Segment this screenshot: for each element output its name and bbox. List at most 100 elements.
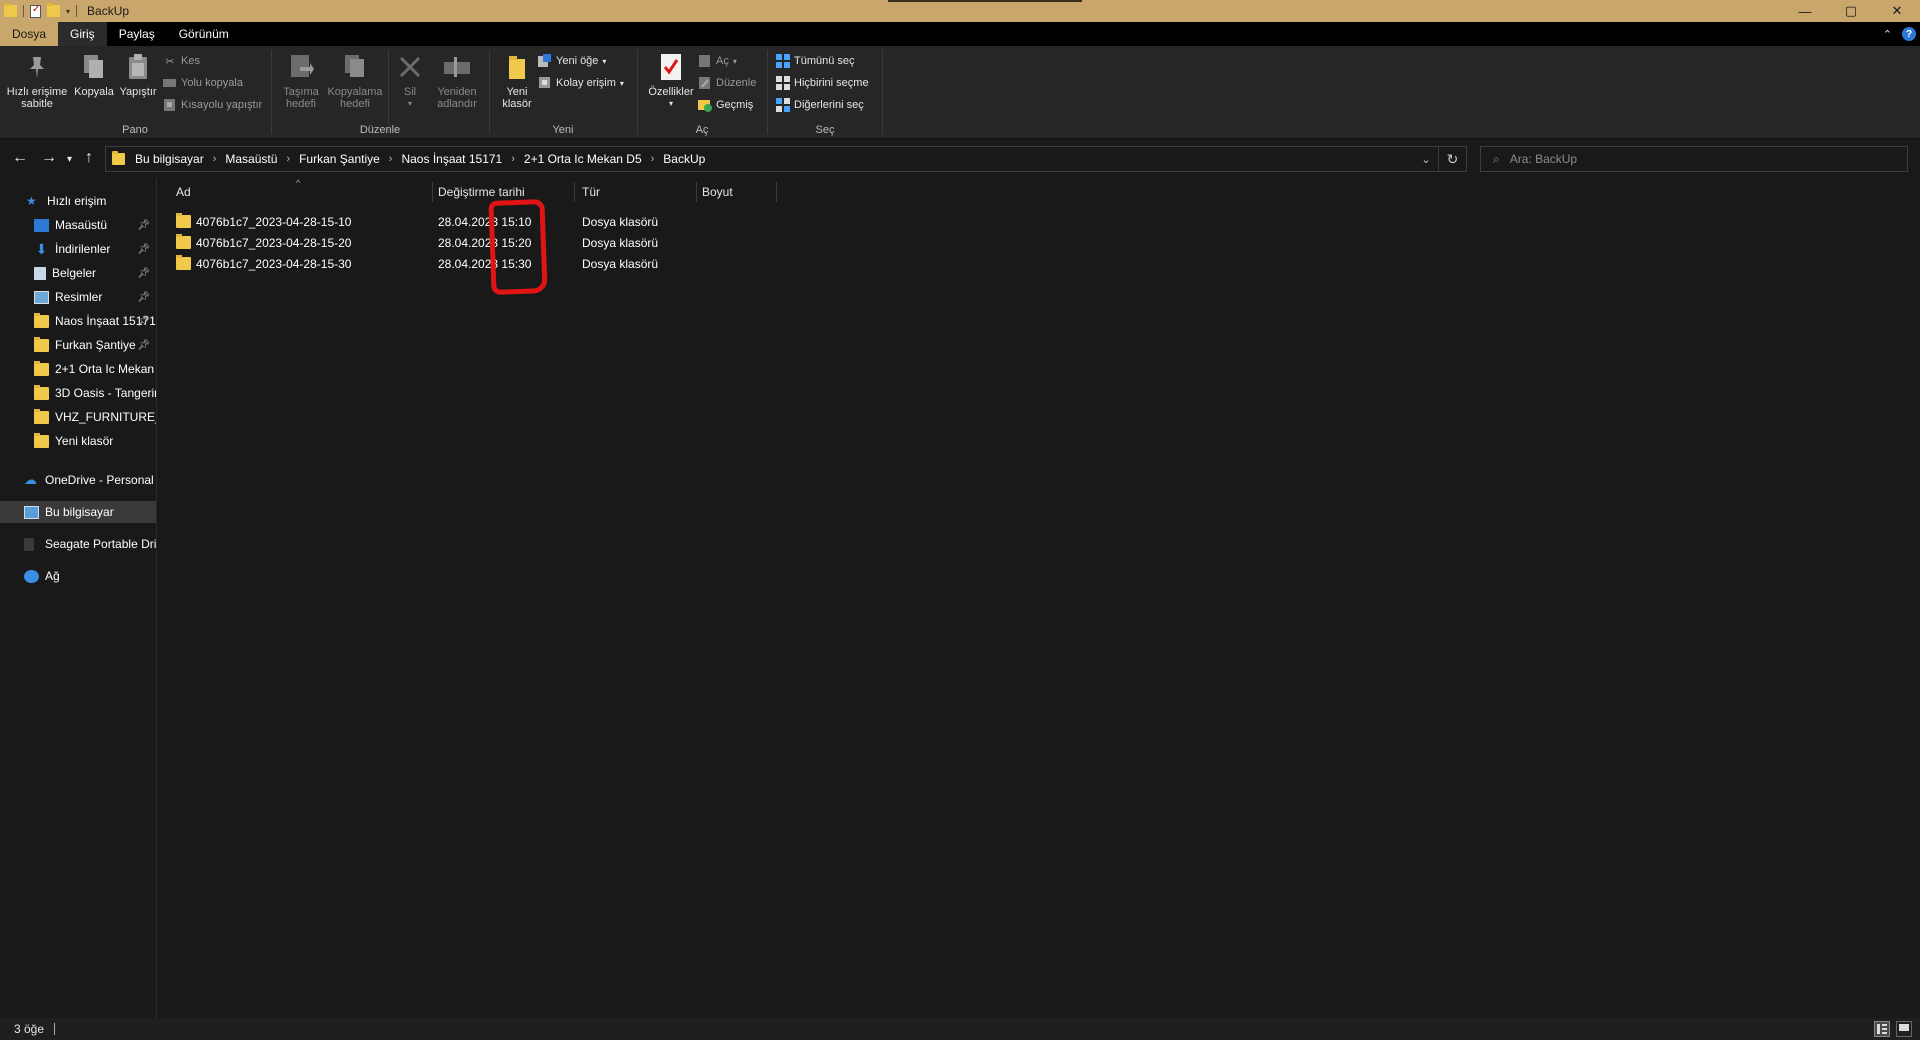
breadcrumb-item[interactable]: Masaüstü xyxy=(225,152,277,166)
pin-icon[interactable]: 📌︎ xyxy=(137,244,150,255)
pin-icon[interactable]: 📌︎ xyxy=(137,268,150,279)
history-button[interactable]: Geçmiş xyxy=(698,96,753,114)
collapse-ribbon-icon[interactable]: ⌃ xyxy=(1883,28,1892,41)
details-view-icon[interactable] xyxy=(1874,1021,1890,1037)
open-button[interactable]: Aç ▾ xyxy=(698,52,737,70)
chevron-right-icon[interactable]: › xyxy=(651,153,655,165)
column-resize-handle[interactable] xyxy=(432,182,433,202)
move-to-label-2: hedefi xyxy=(286,98,316,110)
properties-dropdown-icon[interactable]: ▾ xyxy=(669,98,673,110)
delete-dropdown-icon[interactable]: ▾ xyxy=(408,98,412,110)
chevron-right-icon[interactable]: › xyxy=(213,153,217,165)
column-header-name[interactable]: Ad xyxy=(176,181,191,203)
column-resize-handle[interactable] xyxy=(696,182,697,202)
new-folder-button[interactable]: Yeni klasör xyxy=(494,52,540,110)
ribbon: Hızlı erişime sabitle Kopyala Yapıştır ✂… xyxy=(0,46,1920,139)
sidebar-item-vhz-furniture[interactable]: VHZ_FURNITURE_FILES xyxy=(0,406,156,428)
sidebar-item-documents[interactable]: Belgeler 📌︎ xyxy=(0,262,156,284)
chevron-right-icon[interactable]: › xyxy=(286,153,290,165)
network-icon xyxy=(24,569,39,583)
search-box[interactable]: ⌕ xyxy=(1480,146,1908,172)
sidebar-item-network[interactable]: Ağ xyxy=(0,565,156,587)
pin-icon[interactable]: 📌︎ xyxy=(137,220,150,231)
delete-button[interactable]: Sil ▾ xyxy=(392,52,428,110)
pin-quick-access-button[interactable]: Hızlı erişime sabitle xyxy=(6,52,68,110)
sidebar-item-desktop[interactable]: Masaüstü 📌︎ xyxy=(0,214,156,236)
copy-to-button[interactable]: Kopyalama hedefi xyxy=(324,52,386,110)
sidebar-item-naos-insaat[interactable]: Naos İnşaat 15171 📌︎ xyxy=(0,310,156,332)
sidebar-item-this-pc[interactable]: Bu bilgisayar xyxy=(0,501,156,523)
search-input[interactable] xyxy=(1509,152,1870,166)
chevron-right-icon[interactable]: › xyxy=(389,153,393,165)
paste-shortcut-button[interactable]: Kısayolu yapıştır xyxy=(163,96,262,114)
pin-icon[interactable]: 📌︎ xyxy=(137,292,150,303)
sidebar-item-downloads[interactable]: ⬇ İndirilenler 📌︎ xyxy=(0,238,156,260)
easy-access-button[interactable]: Kolay erişim ▾ xyxy=(538,74,624,92)
table-row[interactable]: 4076b1c7_2023-04-28-15-10 28.04.2023 15:… xyxy=(172,212,712,232)
invert-selection-button[interactable]: Diğerlerini seç xyxy=(776,96,864,114)
tab-file[interactable]: Dosya xyxy=(0,22,59,46)
breadcrumb-item[interactable]: BackUp xyxy=(663,152,705,166)
chevron-right-icon[interactable]: › xyxy=(511,153,515,165)
sidebar-item-furkan-santiye[interactable]: Furkan Şantiye 📌︎ xyxy=(0,334,156,356)
breadcrumb-item[interactable]: Furkan Şantiye xyxy=(299,152,380,166)
breadcrumb-item[interactable]: Bu bilgisayar xyxy=(135,152,204,166)
search-icon: ⌕ xyxy=(1493,151,1500,166)
copy-to-label-2: hedefi xyxy=(340,98,370,110)
sidebar-item-yeni-klasor[interactable]: Yeni klasör xyxy=(0,430,156,452)
help-icon[interactable]: ? xyxy=(1902,27,1916,41)
table-row[interactable]: 4076b1c7_2023-04-28-15-20 28.04.2023 15:… xyxy=(172,233,712,253)
copy-to-icon xyxy=(340,52,370,82)
properties-button[interactable]: Özellikler ▾ xyxy=(642,52,700,110)
chevron-down-icon[interactable]: ⌄ xyxy=(1414,153,1438,166)
new-folder-icon[interactable] xyxy=(47,3,60,17)
copy-path-button[interactable]: Yolu kopyala xyxy=(163,74,243,92)
select-all-button[interactable]: Tümünü seç xyxy=(776,52,855,70)
column-header-size[interactable]: Boyut xyxy=(702,181,733,203)
column-resize-handle[interactable] xyxy=(574,182,575,202)
back-arrow-icon[interactable]: ← xyxy=(12,150,28,166)
customize-toolbar-icon[interactable]: ▾ xyxy=(66,7,70,16)
sidebar-item-seagate[interactable]: Seagate Portable Drive xyxy=(0,533,156,555)
move-to-label-1: Taşıma xyxy=(283,86,319,98)
sidebar-item-3d-oasis[interactable]: 3D Oasis - Tangerine xyxy=(0,382,156,404)
rename-button[interactable]: Yeniden adlandır xyxy=(430,52,484,110)
copy-button[interactable]: Kopyala xyxy=(72,52,116,98)
sidebar-item-onedrive[interactable]: ☁ OneDrive - Personal xyxy=(0,469,156,491)
pictures-icon xyxy=(34,290,49,304)
tab-home[interactable]: Giriş xyxy=(58,22,107,46)
recent-locations-icon[interactable]: ▾ xyxy=(67,152,72,168)
properties-icon[interactable] xyxy=(30,4,41,18)
select-none-button[interactable]: Hiçbirini seçme xyxy=(776,74,869,92)
edit-button[interactable]: Düzenle xyxy=(698,74,756,92)
sidebar-item-quick-access[interactable]: ★ Hızlı erişim xyxy=(0,190,156,212)
paste-button[interactable]: Yapıştır xyxy=(116,52,160,98)
column-header-type[interactable]: Tür xyxy=(582,181,600,203)
pin-icon[interactable]: 📌︎ xyxy=(137,340,150,351)
close-button[interactable]: ✕ xyxy=(1874,0,1920,22)
table-row[interactable]: 4076b1c7_2023-04-28-15-30 28.04.2023 15:… xyxy=(172,254,712,274)
new-item-button[interactable]: Yeni öğe ▾ xyxy=(538,52,606,70)
large-icons-view-icon[interactable] xyxy=(1896,1021,1912,1037)
computer-icon xyxy=(24,505,39,519)
sidebar-item-pictures[interactable]: Resimler 📌︎ xyxy=(0,286,156,308)
tab-view[interactable]: Görünüm xyxy=(167,22,241,46)
maximize-button[interactable]: ▢ xyxy=(1828,0,1874,22)
address-bar[interactable]: Bu bilgisayar › Masaüstü › Furkan Şantiye ›… xyxy=(105,146,1467,172)
pin-icon[interactable]: 📌︎ xyxy=(137,316,150,327)
tab-share[interactable]: Paylaş xyxy=(107,22,167,46)
move-to-button[interactable]: Taşıma hedefi xyxy=(278,52,324,110)
refresh-icon[interactable]: ↻ xyxy=(1438,147,1466,171)
forward-arrow-icon[interactable]: → xyxy=(41,150,57,166)
breadcrumb-item[interactable]: Naos İnşaat 15171 xyxy=(401,152,502,166)
breadcrumb-item[interactable]: 2+1 Orta Ic Mekan D5 xyxy=(524,152,642,166)
breadcrumb: Bu bilgisayar › Masaüstü › Furkan Şantiye ›… xyxy=(135,152,705,166)
sidebar-item-orta-ic-mekan[interactable]: 2+1 Orta Ic Mekan D5 xyxy=(0,358,156,380)
navigation-bar: ← → ▾ ↑ Bu bilgisayar › Masaüstü › Furkan … xyxy=(0,140,1920,178)
title-bar-handle[interactable] xyxy=(888,0,1082,2)
column-resize-handle[interactable] xyxy=(776,182,777,202)
minimize-button[interactable]: — xyxy=(1782,0,1828,22)
sidebar-item-label: Bu bilgisayar xyxy=(45,505,114,519)
cut-button[interactable]: ✂ Kes xyxy=(163,52,200,70)
up-arrow-icon[interactable]: ↑ xyxy=(85,150,93,166)
